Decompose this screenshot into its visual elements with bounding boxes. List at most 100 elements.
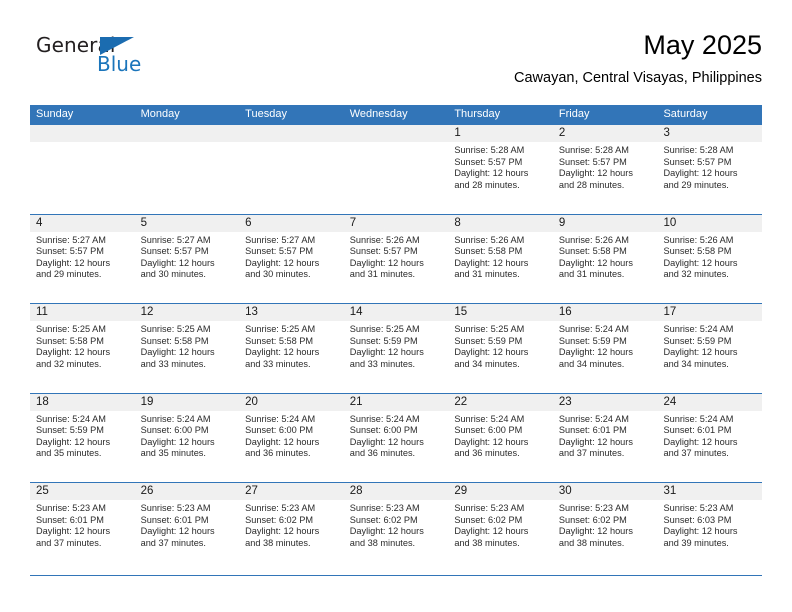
day-number: 17 [657,304,763,321]
daylight-text-line1: Daylight: 12 hours [663,257,738,268]
day-details: Sunrise: 5:24 AM Sunset: 6:00 PM Dayligh… [448,411,553,460]
sunset-text: Sunset: 5:59 PM [454,335,523,346]
day-cell[interactable]: 24 Sunrise: 5:24 AM Sunset: 6:01 PM Dayl… [657,393,763,483]
weekday-thursday: Thursday [454,108,501,120]
daylight-text-line2: and 39 minutes. [663,537,729,548]
calendar-bottom-border [30,575,762,577]
day-cell[interactable]: 14 Sunrise: 5:25 AM Sunset: 5:59 PM Dayl… [343,304,449,393]
sunrise-text: Sunrise: 5:23 AM [349,503,420,513]
daylight-text-line2: and 29 minutes. [36,269,102,279]
day-number: 18 [30,393,135,411]
daylight-text-line1: Daylight: 12 hours [558,436,633,447]
day-cell[interactable]: 8 Sunrise: 5:26 AM Sunset: 5:58 PM Dayli… [448,214,553,304]
day-number: 6 [239,214,344,232]
day-details: Sunrise: 5:24 AM Sunset: 5:59 PM Dayligh… [657,321,762,370]
day-details: Sunrise: 5:24 AM Sunset: 6:01 PM Dayligh… [553,411,658,460]
day-cell[interactable]: 2 Sunrise: 5:28 AM Sunset: 5:57 PM Dayli… [552,125,658,214]
day-details: Sunrise: 5:23 AM Sunset: 6:02 PM Dayligh… [553,500,658,549]
day-cell[interactable]: 13 Sunrise: 5:25 AM Sunset: 5:58 PM Dayl… [239,304,344,393]
daylight-text-line2: and 35 minutes. [140,448,206,458]
day-number: 9 [552,214,658,232]
day-cell[interactable]: 9 Sunrise: 5:26 AM Sunset: 5:58 PM Dayli… [552,214,658,304]
sunrise-text: Sunrise: 5:25 AM [349,324,420,334]
day-cell[interactable]: 27 Sunrise: 5:23 AM Sunset: 6:02 PM Dayl… [239,483,344,572]
day-cell[interactable]: 16 Sunrise: 5:24 AM Sunset: 5:59 PM Dayl… [552,304,658,393]
day-cell[interactable]: 11 Sunrise: 5:25 AM Sunset: 5:58 PM Dayl… [30,304,135,393]
day-cell[interactable]: 1 Sunrise: 5:28 AM Sunset: 5:57 PM Dayli… [448,125,553,214]
sunrise-text: Sunrise: 5:28 AM [558,145,629,155]
day-cell[interactable]: 20 Sunrise: 5:24 AM Sunset: 6:00 PM Dayl… [239,393,344,483]
day-cell[interactable]: 21 Sunrise: 5:24 AM Sunset: 6:00 PM Dayl… [343,393,449,483]
day-cell[interactable]: 7 Sunrise: 5:26 AM Sunset: 5:57 PM Dayli… [343,214,449,304]
day-details: Sunrise: 5:23 AM Sunset: 6:03 PM Dayligh… [657,500,762,549]
day-cell[interactable]: 18 Sunrise: 5:24 AM Sunset: 5:59 PM Dayl… [30,393,135,483]
day-number: 24 [657,393,763,411]
daylight-text-line2: and 37 minutes. [663,448,729,458]
day-number: 31 [657,483,763,500]
calendar-grid: Sunday Monday Tuesday Wednesday Thursday… [30,105,763,572]
day-details: Sunrise: 5:28 AM Sunset: 5:57 PM Dayligh… [657,142,762,191]
daylight-text-line1: Daylight: 12 hours [245,347,320,357]
day-cell[interactable]: 29 Sunrise: 5:23 AM Sunset: 6:02 PM Dayl… [448,483,553,572]
weekday-friday: Friday [558,108,590,120]
day-cell[interactable]: 31 Sunrise: 5:23 AM Sunset: 6:03 PM Dayl… [657,483,763,572]
day-cell[interactable] [343,125,449,214]
daylight-text-line1: Daylight: 12 hours [454,168,529,178]
sunrise-text: Sunrise: 5:24 AM [558,324,629,334]
day-cell[interactable]: 26 Sunrise: 5:23 AM Sunset: 6:01 PM Dayl… [134,483,240,572]
day-cell[interactable]: 15 Sunrise: 5:25 AM Sunset: 5:59 PM Dayl… [448,304,553,393]
sunrise-text: Sunrise: 5:23 AM [140,503,211,513]
sunrise-text: Sunrise: 5:26 AM [454,234,525,245]
day-cell[interactable]: 3 Sunrise: 5:28 AM Sunset: 5:57 PM Dayli… [657,125,763,214]
day-number: 26 [134,483,240,500]
sunset-text: Sunset: 6:03 PM [663,514,732,525]
daylight-text-line2: and 31 minutes. [454,269,520,279]
day-cell[interactable]: 10 Sunrise: 5:26 AM Sunset: 5:58 PM Dayl… [657,214,763,304]
day-cell[interactable] [134,125,240,214]
daylight-text-line2: and 37 minutes. [140,537,206,548]
daylight-text-line2: and 38 minutes. [454,537,520,548]
day-number: 29 [448,483,553,500]
day-cell[interactable] [30,125,135,214]
day-cell[interactable]: 6 Sunrise: 5:27 AM Sunset: 5:57 PM Dayli… [239,214,344,304]
day-cell[interactable]: 19 Sunrise: 5:24 AM Sunset: 6:00 PM Dayl… [134,393,240,483]
daylight-text-line2: and 31 minutes. [349,269,416,279]
sunrise-text: Sunrise: 5:25 AM [140,324,211,334]
day-number: 23 [552,393,658,411]
day-number: 27 [239,483,344,500]
location-subtitle: Cawayan, Central Visayas, Philippines [514,70,762,86]
daylight-text-line2: and 38 minutes. [349,537,416,548]
brand-logo[interactable]: General Blue [36,34,176,86]
day-details: Sunrise: 5:26 AM Sunset: 5:58 PM Dayligh… [553,232,658,281]
sunset-text: Sunset: 5:58 PM [454,246,523,256]
day-cell[interactable]: 25 Sunrise: 5:23 AM Sunset: 6:01 PM Dayl… [30,483,135,572]
day-cell[interactable]: 12 Sunrise: 5:25 AM Sunset: 5:58 PM Dayl… [134,304,240,393]
day-number [239,125,344,142]
day-details: Sunrise: 5:27 AM Sunset: 5:57 PM Dayligh… [239,232,344,281]
daylight-text-line2: and 36 minutes. [349,448,416,458]
daylight-text-line2: and 34 minutes. [454,358,520,369]
daylight-text-line2: and 37 minutes. [558,448,625,458]
day-cell[interactable]: 28 Sunrise: 5:23 AM Sunset: 6:02 PM Dayl… [343,483,449,572]
sunrise-text: Sunrise: 5:24 AM [140,413,211,424]
day-number: 8 [448,214,553,232]
week-row: 1 Sunrise: 5:28 AM Sunset: 5:57 PM Dayli… [30,124,763,214]
day-cell[interactable]: 17 Sunrise: 5:24 AM Sunset: 5:59 PM Dayl… [657,304,763,393]
sunset-text: Sunset: 5:58 PM [245,335,314,346]
sunset-text: Sunset: 5:57 PM [349,246,418,256]
daylight-text-line2: and 33 minutes. [245,358,311,369]
sunset-text: Sunset: 6:01 PM [558,425,627,435]
day-details: Sunrise: 5:27 AM Sunset: 5:57 PM Dayligh… [30,232,135,281]
day-cell[interactable]: 22 Sunrise: 5:24 AM Sunset: 6:00 PM Dayl… [448,393,553,483]
day-cell[interactable]: 5 Sunrise: 5:27 AM Sunset: 5:57 PM Dayli… [134,214,240,304]
sunrise-text: Sunrise: 5:26 AM [349,234,420,245]
sunset-text: Sunset: 5:58 PM [36,335,104,346]
day-cell[interactable]: 4 Sunrise: 5:27 AM Sunset: 5:57 PM Dayli… [30,214,135,304]
day-cell[interactable] [239,125,344,214]
daylight-text-line1: Daylight: 12 hours [558,347,633,357]
daylight-text-line1: Daylight: 12 hours [454,526,529,536]
day-cell[interactable]: 30 Sunrise: 5:23 AM Sunset: 6:02 PM Dayl… [552,483,658,572]
sunrise-text: Sunrise: 5:28 AM [454,145,525,155]
sunset-text: Sunset: 6:02 PM [245,514,314,525]
day-cell[interactable]: 23 Sunrise: 5:24 AM Sunset: 6:01 PM Dayl… [552,393,658,483]
